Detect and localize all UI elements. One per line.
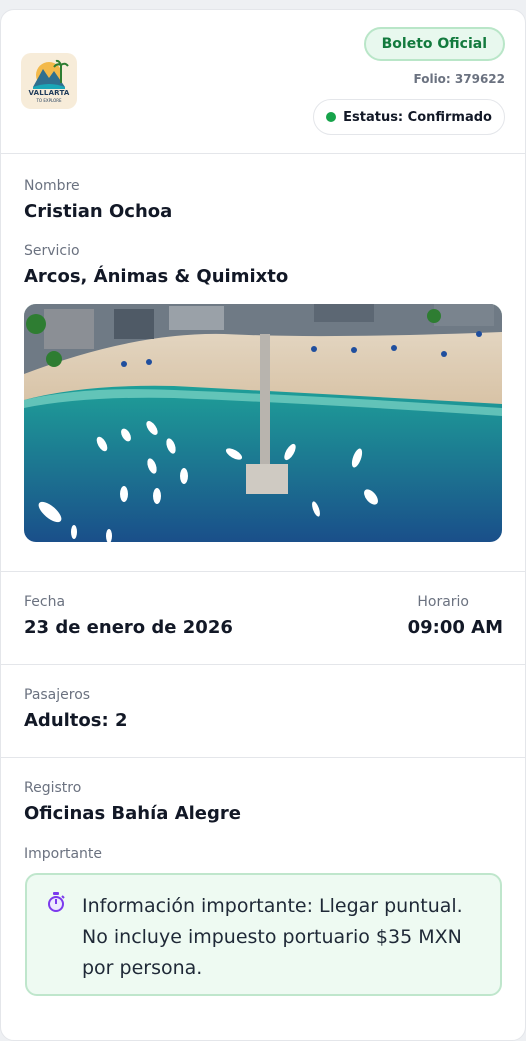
passengers-value: Adultos: 2 bbox=[24, 710, 128, 731]
time-value: 09:00 AM bbox=[407, 617, 503, 638]
details-section: Nombre Cristian Ochoa Servicio Arcos, Án… bbox=[1, 154, 525, 572]
service-value: Arcos, Ánimas & Quimixto bbox=[24, 266, 289, 287]
important-note: Información importante: Llegar puntual. … bbox=[25, 873, 502, 996]
status-text: Estatus: Confirmado bbox=[343, 109, 492, 125]
registration-label: Registro bbox=[24, 780, 82, 796]
passengers-label: Pasajeros bbox=[24, 687, 91, 703]
official-ticket-badge: Boleto Oficial bbox=[363, 27, 505, 61]
date-label: Fecha bbox=[24, 594, 66, 610]
passengers-section: Pasajeros Adultos: 2 bbox=[1, 665, 525, 758]
name-label: Nombre bbox=[24, 178, 80, 194]
date-value: 23 de enero de 2026 bbox=[24, 617, 233, 638]
logo-text: VALLARTA bbox=[28, 89, 70, 97]
important-label: Importante bbox=[24, 846, 103, 862]
status-badge: Estatus: Confirmado bbox=[313, 99, 505, 135]
logo-subtext: TO EXPLORE bbox=[36, 98, 62, 103]
time-label: Horario bbox=[417, 594, 469, 610]
registration-value: Oficinas Bahía Alegre bbox=[24, 803, 241, 824]
aerial-beach-photo bbox=[24, 304, 502, 542]
service-label: Servicio bbox=[24, 243, 80, 259]
folio-number: Folio: 379622 bbox=[413, 72, 506, 86]
status-dot-icon bbox=[326, 112, 337, 122]
schedule-section: Fecha 23 de enero de 2026 Horario 09:00 … bbox=[1, 572, 525, 665]
vallarta-logo: VALLARTA TO EXPLORE bbox=[21, 53, 77, 109]
ticket-header: VALLARTA TO EXPLORE Boleto Oficial Folio… bbox=[1, 10, 525, 154]
name-value: Cristian Ochoa bbox=[24, 201, 173, 222]
stopwatch-icon bbox=[47, 892, 65, 917]
service-photo bbox=[24, 304, 502, 542]
ticket-card: VALLARTA TO EXPLORE Boleto Oficial Folio… bbox=[0, 9, 526, 1041]
important-text: Información importante: Llegar puntual. … bbox=[82, 895, 463, 979]
